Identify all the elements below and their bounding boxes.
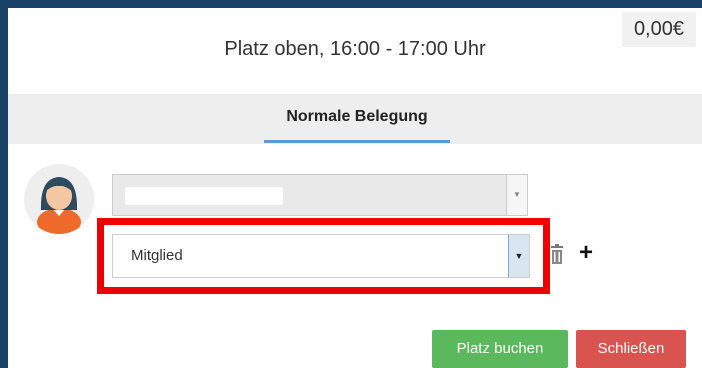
book-court-button[interactable]: Platz buchen (432, 330, 568, 368)
modal-title: Platz oben, 16:00 - 17:00 Uhr (224, 38, 486, 60)
tab-bar: Normale Belegung (8, 94, 702, 144)
role-select[interactable]: Mitglied ▼ (112, 234, 530, 278)
tab-normale-belegung[interactable]: Normale Belegung (264, 94, 450, 143)
player-select[interactable]: ▼ (112, 174, 528, 216)
chevron-down-icon[interactable]: ▼ (508, 235, 529, 277)
role-select-value: Mitglied (131, 247, 183, 264)
chevron-down-icon[interactable]: ▼ (506, 175, 527, 215)
player-name-field (125, 187, 283, 205)
user-avatar-icon (24, 164, 94, 234)
booking-modal: Platz oben, 16:00 - 17:00 Uhr 0,00€ Norm… (8, 8, 702, 368)
close-button[interactable]: Schließen (576, 330, 686, 368)
plus-icon[interactable]: + (579, 241, 593, 265)
price-badge: 0,00€ (621, 12, 696, 47)
trash-icon[interactable] (548, 244, 566, 266)
